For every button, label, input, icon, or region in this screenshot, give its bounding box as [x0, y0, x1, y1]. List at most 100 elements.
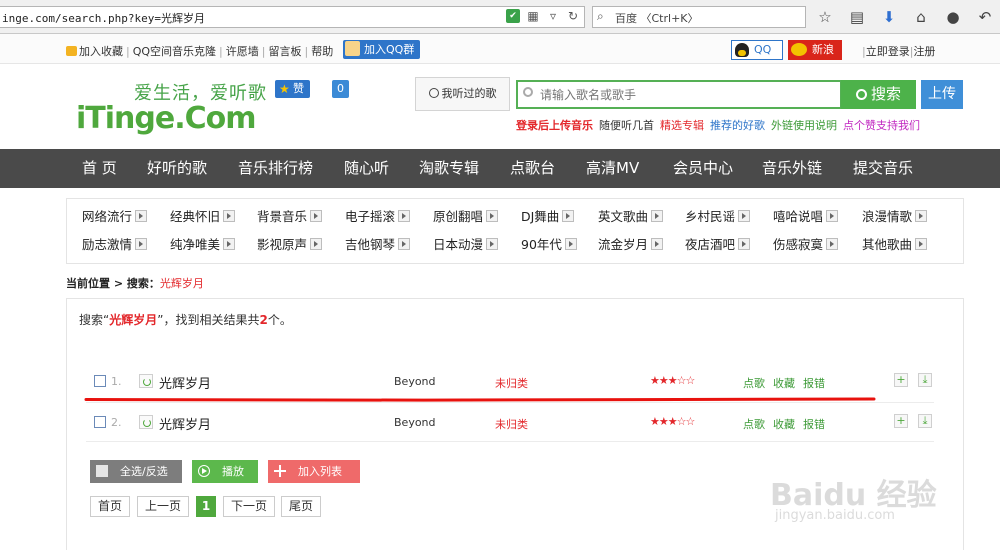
- category-link[interactable]: 乡村民谣: [685, 209, 751, 225]
- hot-link[interactable]: 随便听几首: [599, 119, 654, 132]
- category-link[interactable]: 励志激情: [82, 237, 148, 253]
- category-link[interactable]: 流金岁月: [598, 237, 664, 253]
- category-link[interactable]: 英文歌曲: [598, 209, 664, 225]
- play-arrow-icon[interactable]: [738, 238, 751, 250]
- qq-login-button[interactable]: QQ: [731, 40, 783, 60]
- register-link[interactable]: 注册: [913, 45, 935, 58]
- request-song-link[interactable]: 点歌: [743, 418, 765, 431]
- breadcrumb-keyword[interactable]: 光辉岁月: [160, 277, 204, 290]
- nav-item[interactable]: 音乐外链: [762, 149, 822, 188]
- star-icon[interactable]: ☆: [814, 6, 836, 28]
- link-qzone-clone[interactable]: QQ空间音乐克隆: [133, 45, 216, 58]
- song-artist[interactable]: Beyond: [394, 375, 436, 388]
- hot-link[interactable]: 外链使用说明: [771, 119, 837, 132]
- category-link[interactable]: 90年代: [521, 237, 577, 253]
- play-arrow-icon[interactable]: [651, 238, 664, 250]
- category-link[interactable]: 浪漫情歌: [862, 209, 928, 225]
- favorite-link[interactable]: 收藏: [773, 418, 795, 431]
- category-link[interactable]: 吉他钢琴: [345, 237, 411, 253]
- next-page-button[interactable]: 下一页: [223, 496, 275, 517]
- play-arrow-icon[interactable]: [486, 210, 499, 222]
- upload-button[interactable]: 上传: [921, 80, 963, 109]
- play-arrow-icon[interactable]: [651, 210, 664, 222]
- category-link[interactable]: 影视原声: [257, 237, 323, 253]
- play-arrow-icon[interactable]: [826, 210, 839, 222]
- nav-item[interactable]: 淘歌专辑: [419, 149, 479, 188]
- add-icon[interactable]: +: [894, 373, 908, 387]
- song-search-input[interactable]: [538, 85, 838, 105]
- like-button[interactable]: ★ 赞: [275, 80, 310, 98]
- download-icon[interactable]: ⤓: [918, 373, 932, 387]
- join-qq-group-button[interactable]: 加入QQ群: [343, 40, 421, 59]
- play-arrow-icon[interactable]: [223, 238, 236, 250]
- nav-item[interactable]: 会员中心: [673, 149, 733, 188]
- play-arrow-icon[interactable]: [135, 210, 148, 222]
- category-link[interactable]: 网络流行: [82, 209, 148, 225]
- login-link[interactable]: 立即登录: [866, 45, 910, 58]
- play-arrow-icon[interactable]: [562, 210, 575, 222]
- hot-link[interactable]: 点个赞支持我们: [843, 119, 920, 132]
- play-button[interactable]: 播放: [192, 460, 258, 483]
- qrcode-icon[interactable]: ▦: [526, 9, 540, 23]
- song-title[interactable]: 光辉岁月: [159, 414, 211, 433]
- nav-item[interactable]: 高清MV: [586, 149, 639, 188]
- chat-icon[interactable]: ●: [942, 6, 964, 28]
- headphone-icon[interactable]: [139, 415, 153, 429]
- song-category[interactable]: 未归类: [495, 375, 528, 391]
- nav-item[interactable]: 随心听: [344, 149, 389, 188]
- play-arrow-icon[interactable]: [310, 210, 323, 222]
- hot-link[interactable]: 精选专辑: [660, 119, 704, 132]
- category-link[interactable]: 经典怀旧: [170, 209, 236, 225]
- category-link[interactable]: 日本动漫: [433, 237, 499, 253]
- select-all-button[interactable]: 全选/反选: [90, 460, 182, 483]
- first-page-button[interactable]: 首页: [90, 496, 130, 517]
- song-checkbox[interactable]: [94, 375, 106, 387]
- play-arrow-icon[interactable]: [223, 210, 236, 222]
- nav-item[interactable]: 好听的歌: [147, 149, 207, 188]
- add-icon[interactable]: +: [894, 414, 908, 428]
- play-arrow-icon[interactable]: [398, 210, 411, 222]
- nav-item[interactable]: 点歌台: [510, 149, 555, 188]
- heard-songs-button[interactable]: 我听过的歌: [415, 77, 510, 111]
- report-error-link[interactable]: 报错: [803, 418, 825, 431]
- prev-page-button[interactable]: 上一页: [137, 496, 189, 517]
- category-link[interactable]: 伤感寂寞: [773, 237, 839, 253]
- link-wish-wall[interactable]: 许愿墙: [226, 45, 259, 58]
- favorite-link[interactable]: 收藏: [773, 377, 795, 390]
- play-arrow-icon[interactable]: [915, 238, 928, 250]
- nav-item[interactable]: 首 页: [82, 149, 117, 188]
- play-arrow-icon[interactable]: [564, 238, 577, 250]
- report-error-link[interactable]: 报错: [803, 377, 825, 390]
- category-link[interactable]: 嘻哈说唱: [773, 209, 839, 225]
- refresh-icon[interactable]: ↻: [566, 9, 580, 23]
- play-arrow-icon[interactable]: [486, 238, 499, 250]
- link-message-board[interactable]: 留言板: [268, 45, 301, 58]
- play-arrow-icon[interactable]: [310, 238, 323, 250]
- shield-icon[interactable]: ✔: [506, 9, 520, 23]
- hot-link[interactable]: 登录后上传音乐: [516, 119, 593, 132]
- download-icon[interactable]: ⤓: [918, 414, 932, 428]
- home-icon[interactable]: ⌂: [910, 6, 932, 28]
- address-text[interactable]: inge.com/search.php?key=光辉岁月: [2, 10, 205, 26]
- request-song-link[interactable]: 点歌: [743, 377, 765, 390]
- page-1-button[interactable]: 1: [196, 496, 216, 517]
- link-add-favorite[interactable]: 加入收藏: [79, 45, 123, 58]
- undo-icon[interactable]: ↶: [974, 6, 996, 28]
- headphone-icon[interactable]: [139, 374, 153, 388]
- play-arrow-icon[interactable]: [398, 238, 411, 250]
- site-logo[interactable]: 爱生活，爱听歌 iTinge.Com: [76, 75, 276, 136]
- category-link[interactable]: DJ舞曲: [521, 209, 575, 225]
- song-artist[interactable]: Beyond: [394, 416, 436, 429]
- nav-item[interactable]: 提交音乐: [853, 149, 913, 188]
- dropdown-icon[interactable]: ▿: [546, 9, 560, 23]
- link-help[interactable]: 帮助: [311, 45, 333, 58]
- address-bar[interactable]: inge.com/search.php?key=光辉岁月 ✔ ▦ ▿ ↻: [0, 6, 585, 28]
- play-arrow-icon[interactable]: [826, 238, 839, 250]
- song-title[interactable]: 光辉岁月: [159, 373, 211, 392]
- category-link[interactable]: 纯净唯美: [170, 237, 236, 253]
- nav-item[interactable]: 音乐排行榜: [238, 149, 313, 188]
- weibo-login-button[interactable]: 新浪: [788, 40, 842, 60]
- search-button[interactable]: 搜索: [841, 80, 916, 109]
- last-page-button[interactable]: 尾页: [281, 496, 321, 517]
- add-to-list-button[interactable]: 加入列表: [268, 460, 360, 483]
